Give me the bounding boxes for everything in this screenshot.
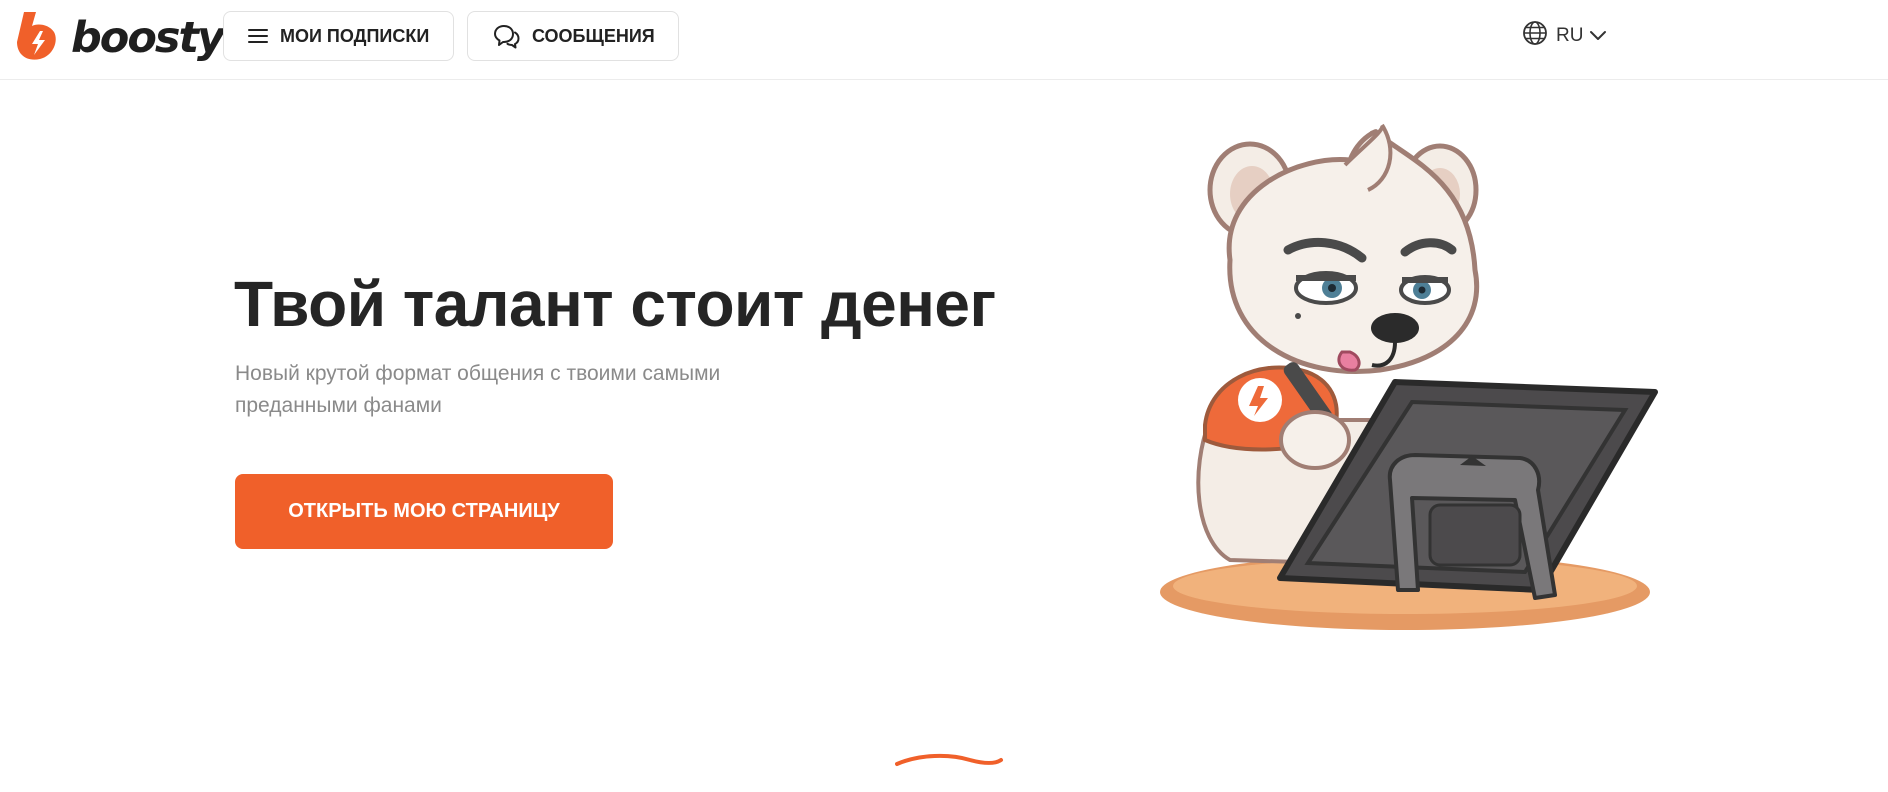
language-code: RU xyxy=(1556,25,1584,46)
open-my-page-button[interactable]: ОТКРЫТЬ МОЮ СТРАНИЦУ xyxy=(235,474,613,549)
my-subscriptions-label: МОИ ПОДПИСКИ xyxy=(280,25,430,46)
logo-wordmark: boosty xyxy=(71,13,225,63)
decorative-wave xyxy=(895,752,1005,777)
top-header: boosty МОИ ПОДПИСКИ СООБЩЕНИЯ RU xyxy=(0,0,1888,80)
globe-icon xyxy=(1522,20,1548,52)
chat-bubbles-icon xyxy=(492,23,520,49)
messages-label: СООБЩЕНИЯ xyxy=(532,25,655,46)
language-selector[interactable]: RU xyxy=(1522,20,1607,52)
hamburger-menu-icon xyxy=(248,28,268,44)
boosty-logo-icon xyxy=(15,10,59,67)
hero-subtitle: Новый крутой формат общения с твоими сам… xyxy=(235,362,721,417)
boosty-logo[interactable]: boosty xyxy=(15,10,225,67)
messages-button[interactable]: СООБЩЕНИЯ xyxy=(467,11,679,61)
polar-bear-illustration xyxy=(1150,120,1670,645)
chevron-down-icon xyxy=(1589,25,1607,47)
hero-title: Твой талант стоит денег xyxy=(234,268,996,340)
my-subscriptions-button[interactable]: МОИ ПОДПИСКИ xyxy=(223,11,454,61)
